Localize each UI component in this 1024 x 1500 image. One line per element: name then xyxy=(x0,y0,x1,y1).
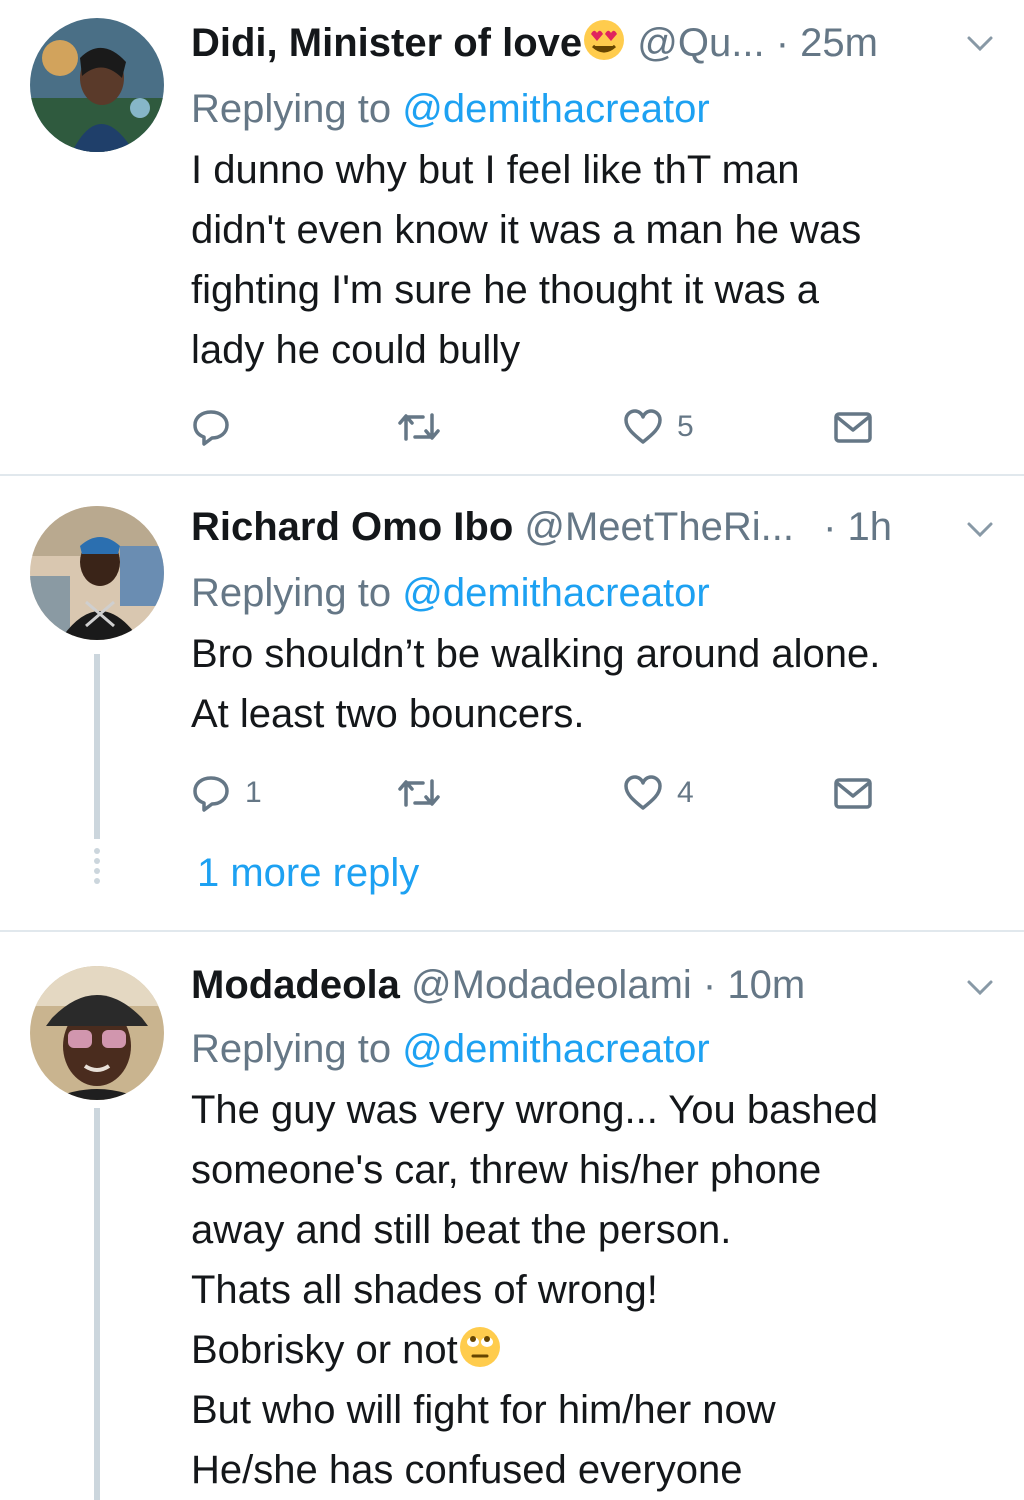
heart-eyes-emoji-icon xyxy=(582,18,626,62)
timestamp[interactable]: · 1h xyxy=(823,505,892,549)
reply-icon xyxy=(193,776,229,812)
retweet-button[interactable] xyxy=(397,402,455,452)
tweet-text-line: Bobrisky or not xyxy=(191,1328,458,1372)
tweet-text: The guy was very wrong... You bashed som… xyxy=(191,1080,991,1500)
user-handle[interactable]: @MeetTheRi... xyxy=(524,505,794,549)
tweet-text: Bro shouldn’t be walking around alone. A… xyxy=(191,624,991,744)
like-count: 5 xyxy=(677,410,694,443)
user-handle[interactable]: @Qu... xyxy=(637,21,764,65)
avatar[interactable] xyxy=(30,966,164,1100)
tweet-3[interactable]: Modadeola @Modadeolami · 10m Replying to… xyxy=(0,932,1024,1500)
tweet-header: Didi, Minister of love @Qu... · 25m xyxy=(191,18,994,68)
more-replies-link[interactable]: 1 more reply xyxy=(197,848,419,898)
share-button[interactable] xyxy=(833,768,873,818)
avatar-image xyxy=(30,18,164,152)
mention-link[interactable]: @demithacreator xyxy=(402,1027,709,1071)
avatar[interactable] xyxy=(30,506,164,640)
display-name[interactable]: Modadeola xyxy=(191,963,400,1007)
tweet-header: Modadeola @Modadeolami · 10m xyxy=(191,960,994,1010)
replying-prefix: Replying to xyxy=(191,571,392,615)
thread-line xyxy=(94,1108,100,1500)
tweet-actions: 1 4 xyxy=(191,768,881,818)
envelope-icon xyxy=(834,412,872,443)
tweet-text-line: But who will fight for him/her now xyxy=(191,1388,776,1432)
reply-count: 1 xyxy=(245,776,262,809)
tweet-text-line: At least two bouncers. xyxy=(191,692,585,736)
tweet-text-line: He/she has confused everyone xyxy=(191,1448,743,1492)
tweet-text-line: fighting I'm sure he thought it was a xyxy=(191,268,819,312)
like-button[interactable]: 5 xyxy=(623,402,694,452)
tweet-header: Richard Omo Ibo @MeetTheRi... · 1h xyxy=(191,502,994,552)
replying-prefix: Replying to xyxy=(191,87,392,131)
tweet-text-line: lady he could bully xyxy=(191,328,521,372)
mention-link[interactable]: @demithacreator xyxy=(402,571,709,615)
avatar[interactable] xyxy=(30,18,164,152)
replying-to: Replying to @demithacreator xyxy=(191,568,710,618)
reply-button[interactable]: 1 xyxy=(191,768,262,818)
tweet-text: I dunno why but I feel like thT man didn… xyxy=(191,140,991,380)
display-name[interactable]: Richard Omo Ibo xyxy=(191,505,513,549)
reply-button[interactable] xyxy=(191,402,245,452)
like-button[interactable]: 4 xyxy=(623,768,694,818)
retweet-icon xyxy=(398,779,440,807)
tweet-text-line: The guy was very wrong... You bashed xyxy=(191,1088,879,1132)
tweet-actions: 5 xyxy=(191,402,881,452)
thread-ellipsis xyxy=(93,848,101,888)
retweet-icon xyxy=(398,413,440,441)
heart-icon xyxy=(624,775,662,810)
chevron-down-icon[interactable] xyxy=(966,520,994,540)
user-handle[interactable]: @Modadeolami xyxy=(411,963,692,1007)
display-name[interactable]: Didi, Minister of love xyxy=(191,21,582,65)
tweet-2[interactable]: Richard Omo Ibo @MeetTheRi... · 1h Reply… xyxy=(0,476,1024,930)
replying-to: Replying to @demithacreator xyxy=(191,1024,710,1074)
thread-line xyxy=(94,654,100,839)
avatar-image xyxy=(30,966,164,1100)
tweet-text-line: away and still beat the person. xyxy=(191,1208,732,1252)
heart-icon xyxy=(624,409,662,444)
like-count: 4 xyxy=(677,776,694,809)
retweet-button[interactable] xyxy=(397,768,455,818)
chevron-down-icon[interactable] xyxy=(966,34,994,54)
envelope-icon xyxy=(834,778,872,809)
timestamp[interactable]: · 25m xyxy=(776,21,878,65)
tweet-text-line: I dunno why but I feel like thT man xyxy=(191,148,800,192)
replying-to: Replying to @demithacreator xyxy=(191,84,710,134)
avatar-image xyxy=(30,506,164,640)
tweet-text-line: someone's car, threw his/her phone xyxy=(191,1148,822,1192)
share-button[interactable] xyxy=(833,402,873,452)
eye-roll-emoji-icon xyxy=(458,1325,502,1369)
tweet-text-line-with-emoji: Bobrisky or not xyxy=(191,1320,991,1380)
reply-icon xyxy=(193,410,229,446)
tweet-text-line: didn't even know it was a man he was xyxy=(191,208,862,252)
tweet-text-line: Bro shouldn’t be walking around alone. xyxy=(191,632,881,676)
tweet-text-line: Thats all shades of wrong! xyxy=(191,1268,658,1312)
timestamp[interactable]: · 10m xyxy=(703,963,805,1007)
mention-link[interactable]: @demithacreator xyxy=(402,87,709,131)
tweet-1[interactable]: Didi, Minister of love @Qu... · 25m Repl… xyxy=(0,0,1024,476)
chevron-down-icon[interactable] xyxy=(966,978,994,998)
replying-prefix: Replying to xyxy=(191,1027,392,1071)
